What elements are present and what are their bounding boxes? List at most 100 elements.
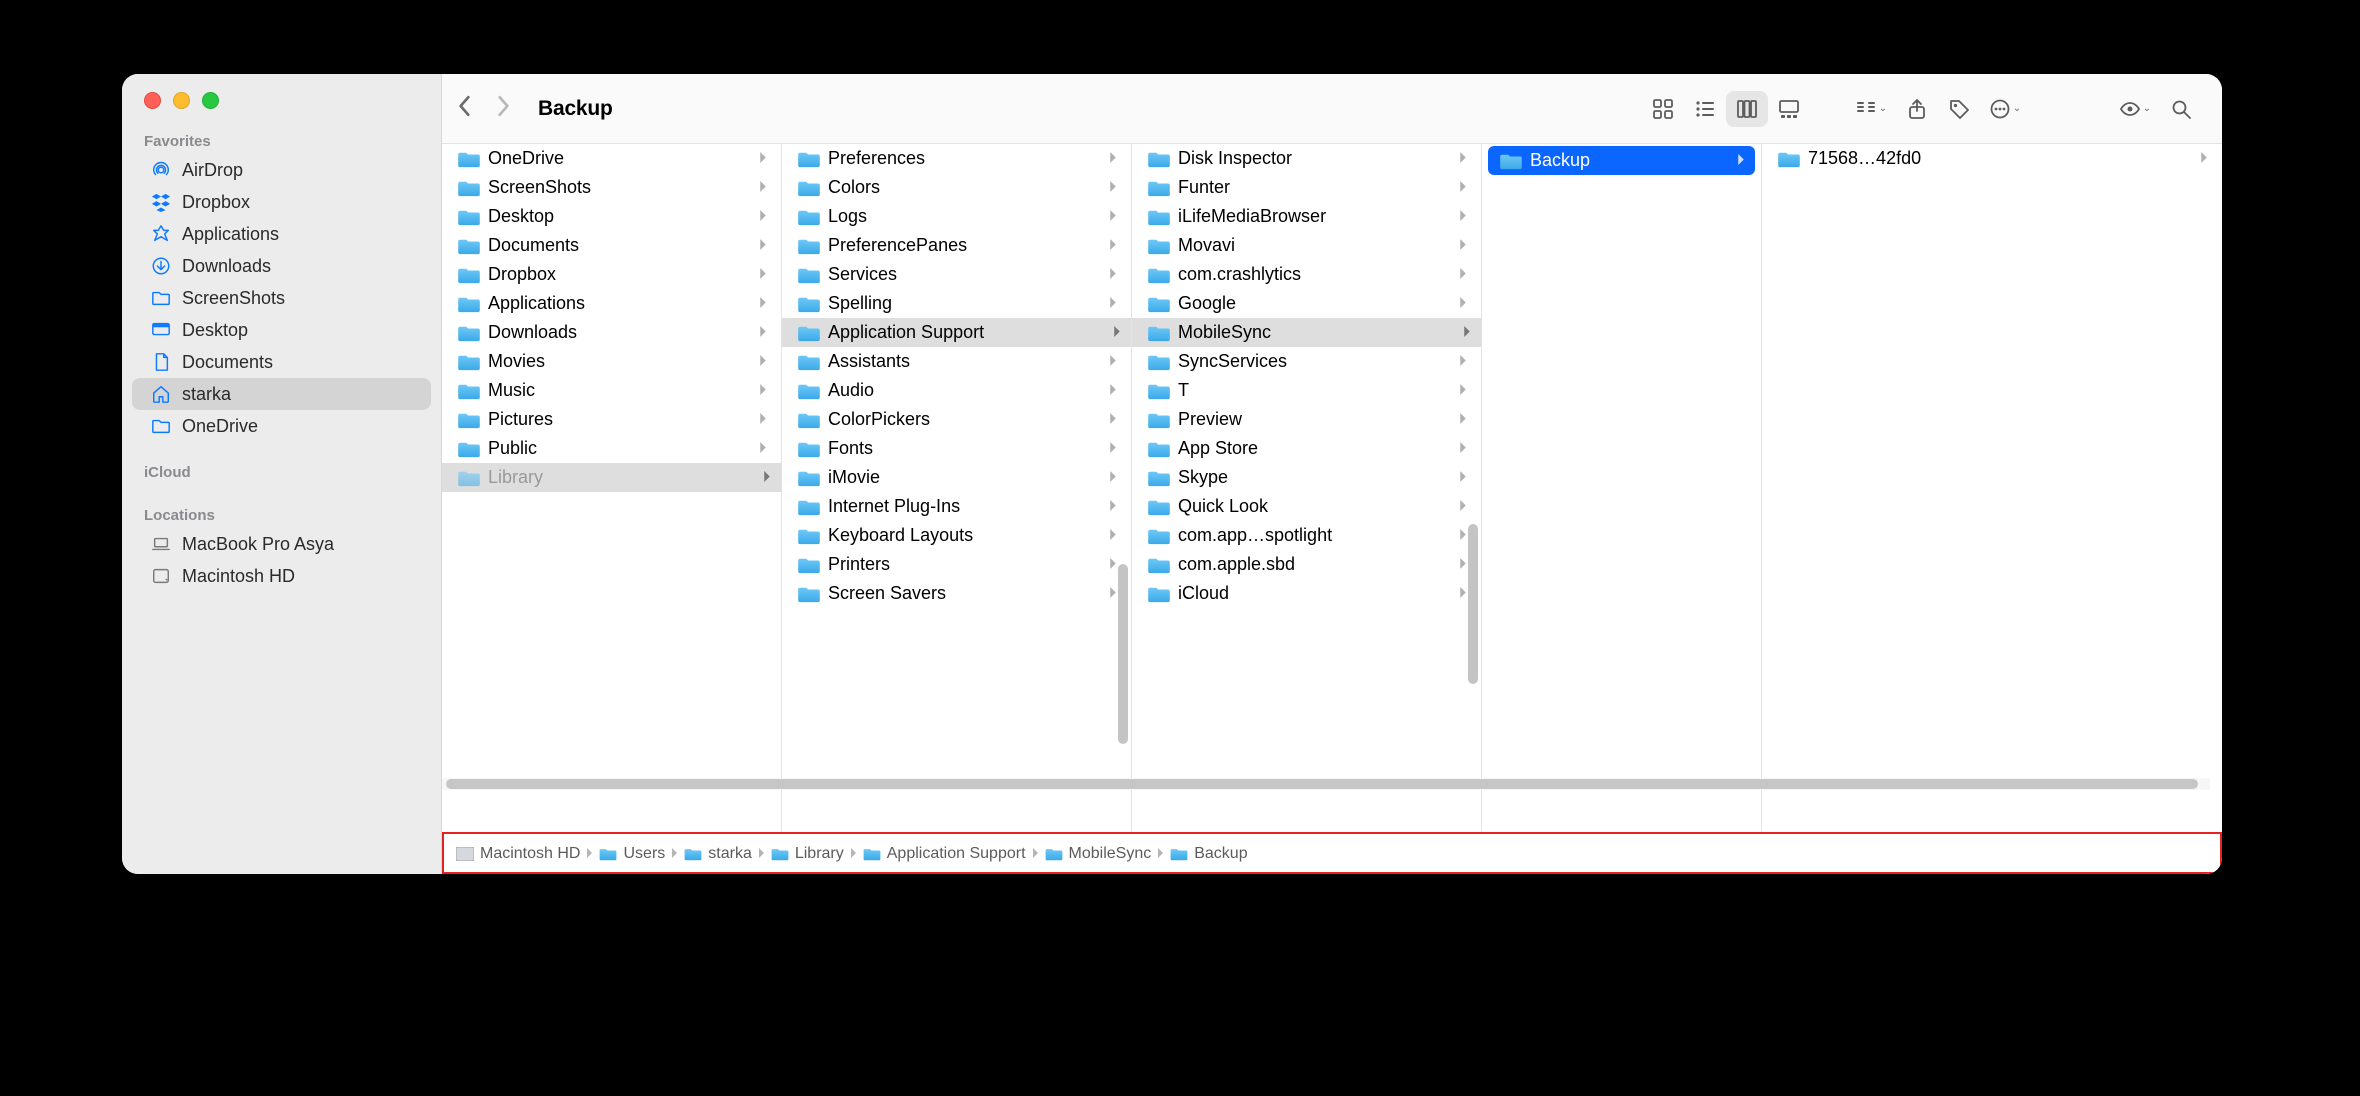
nav-back[interactable]: [458, 95, 472, 123]
breadcrumb-item[interactable]: Backup: [1170, 845, 1247, 863]
file-row[interactable]: Public: [446, 434, 777, 463]
view-list[interactable]: [1684, 91, 1726, 127]
file-row[interactable]: PreferencePanes: [786, 231, 1127, 260]
file-row[interactable]: Spelling: [786, 289, 1127, 318]
file-row[interactable]: Skype: [1136, 463, 1477, 492]
folder-icon: [798, 382, 820, 400]
share-button[interactable]: [1896, 91, 1938, 127]
file-row[interactable]: Documents: [446, 231, 777, 260]
folder-icon: [1148, 208, 1170, 226]
file-row[interactable]: Movies: [446, 347, 777, 376]
breadcrumb-item[interactable]: Users: [599, 845, 665, 863]
breadcrumb-item[interactable]: Application Support: [863, 845, 1026, 863]
close-window[interactable]: [144, 92, 161, 109]
view-icons[interactable]: [1642, 91, 1684, 127]
file-row[interactable]: Pictures: [446, 405, 777, 434]
file-row[interactable]: Preferences: [786, 144, 1127, 173]
view-columns[interactable]: [1726, 91, 1768, 127]
file-row[interactable]: Quick Look: [1136, 492, 1477, 521]
folder-icon: [1148, 382, 1170, 400]
file-row[interactable]: Desktop: [446, 202, 777, 231]
file-row[interactable]: Screen Savers: [786, 579, 1127, 608]
file-row[interactable]: T: [1136, 376, 1477, 405]
file-row[interactable]: App Store: [1136, 434, 1477, 463]
chevron-right-icon: [671, 847, 678, 861]
file-row[interactable]: iCloud: [1136, 579, 1477, 608]
chevron-right-icon: [1459, 209, 1467, 224]
file-row[interactable]: Assistants: [786, 347, 1127, 376]
folder-icon: [798, 498, 820, 516]
preview-options[interactable]: ⌄: [2110, 91, 2160, 127]
file-row[interactable]: Services: [786, 260, 1127, 289]
file-row[interactable]: Music: [446, 376, 777, 405]
tags-button[interactable]: [1938, 91, 1980, 127]
file-row[interactable]: Dropbox: [446, 260, 777, 289]
folder-icon: [458, 208, 480, 226]
sidebar-item-downloads[interactable]: Downloads: [132, 250, 431, 282]
folder-icon: [771, 847, 789, 861]
file-row[interactable]: Colors: [786, 173, 1127, 202]
folder-icon: [1045, 847, 1063, 861]
sidebar-item-dropbox[interactable]: Dropbox: [132, 186, 431, 218]
file-label: Dropbox: [488, 264, 751, 285]
file-row[interactable]: Movavi: [1136, 231, 1477, 260]
breadcrumb-label: Macintosh HD: [480, 845, 580, 863]
scrollbar[interactable]: [1468, 524, 1478, 684]
file-row[interactable]: iMovie: [786, 463, 1127, 492]
file-label: Printers: [828, 554, 1101, 575]
group-by[interactable]: ⌄: [1846, 91, 1896, 127]
sidebar-item-airdrop[interactable]: AirDrop: [132, 154, 431, 186]
scrollbar[interactable]: [1118, 564, 1128, 744]
folder-icon: [599, 847, 617, 861]
file-row[interactable]: OneDrive: [446, 144, 777, 173]
sidebar-item-onedrive[interactable]: OneDrive: [132, 410, 431, 442]
file-row[interactable]: Library: [442, 463, 781, 492]
zoom-window[interactable]: [202, 92, 219, 109]
file-row[interactable]: Logs: [786, 202, 1127, 231]
breadcrumb-item[interactable]: MobileSync: [1045, 845, 1152, 863]
file-row[interactable]: SyncServices: [1136, 347, 1477, 376]
minimize-window[interactable]: [173, 92, 190, 109]
search-button[interactable]: [2160, 91, 2202, 127]
sidebar-item-starka[interactable]: starka: [132, 378, 431, 410]
file-row[interactable]: com.apple.sbd: [1136, 550, 1477, 579]
sidebar-item-screenshots[interactable]: ScreenShots: [132, 282, 431, 314]
file-row[interactable]: Printers: [786, 550, 1127, 579]
file-row[interactable]: ColorPickers: [786, 405, 1127, 434]
file-row[interactable]: Disk Inspector: [1136, 144, 1477, 173]
file-row[interactable]: Application Support: [782, 318, 1131, 347]
file-row[interactable]: Internet Plug-Ins: [786, 492, 1127, 521]
file-label: iLifeMediaBrowser: [1178, 206, 1451, 227]
sidebar-item-macbook-pro-asya[interactable]: MacBook Pro Asya: [132, 528, 431, 560]
actions-menu[interactable]: ⌄: [1980, 91, 2030, 127]
file-row[interactable]: ScreenShots: [446, 173, 777, 202]
file-row[interactable]: MobileSync: [1132, 318, 1481, 347]
sidebar-item-label: Downloads: [182, 256, 271, 277]
file-row[interactable]: Backup: [1488, 146, 1755, 175]
file-row[interactable]: Keyboard Layouts: [786, 521, 1127, 550]
breadcrumb-item[interactable]: Library: [771, 845, 844, 863]
view-gallery[interactable]: [1768, 91, 1810, 127]
file-row[interactable]: com.crashlytics: [1136, 260, 1477, 289]
file-row[interactable]: Google: [1136, 289, 1477, 318]
file-row[interactable]: Downloads: [446, 318, 777, 347]
breadcrumb-item[interactable]: starka: [684, 845, 752, 863]
file-row[interactable]: com.app…spotlight: [1136, 521, 1477, 550]
file-row[interactable]: 71568…42fd0: [1766, 144, 2218, 173]
sidebar-item-applications[interactable]: Applications: [132, 218, 431, 250]
file-row[interactable]: iLifeMediaBrowser: [1136, 202, 1477, 231]
file-row[interactable]: Funter: [1136, 173, 1477, 202]
file-row[interactable]: Audio: [786, 376, 1127, 405]
toolbar: Backup ⌄ ⌄ ⌄: [442, 74, 2222, 144]
nav-forward[interactable]: [496, 95, 510, 123]
chevron-right-icon: [759, 412, 767, 427]
sidebar-item-desktop[interactable]: Desktop: [132, 314, 431, 346]
sidebar-item-macintosh-hd[interactable]: Macintosh HD: [132, 560, 431, 592]
horizontal-scrollbar[interactable]: [442, 778, 2210, 790]
file-row[interactable]: Applications: [446, 289, 777, 318]
folder-icon: [798, 179, 820, 197]
sidebar-item-documents[interactable]: Documents: [132, 346, 431, 378]
breadcrumb-item[interactable]: Macintosh HD: [456, 845, 580, 863]
file-row[interactable]: Preview: [1136, 405, 1477, 434]
file-row[interactable]: Fonts: [786, 434, 1127, 463]
